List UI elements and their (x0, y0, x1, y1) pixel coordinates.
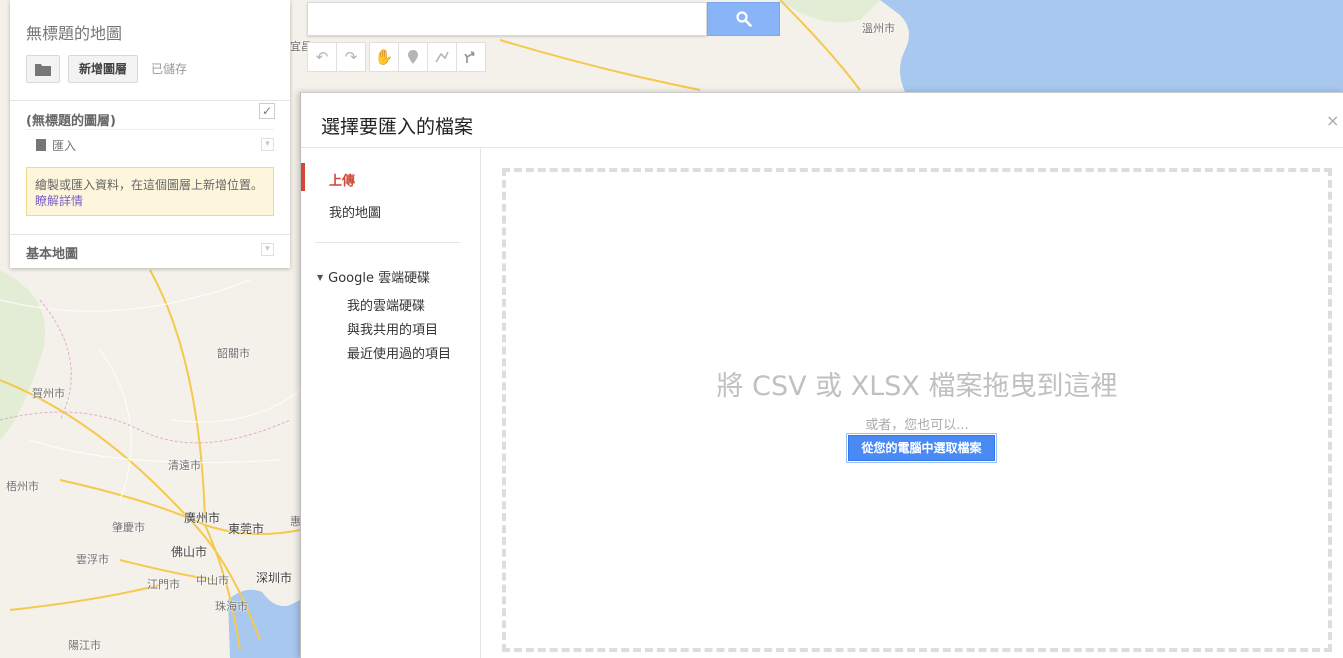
layer-visibility-checkbox[interactable]: ✓ (259, 103, 275, 119)
map-title[interactable]: 無標題的地圖 (26, 20, 122, 44)
nav-item-label: Google 雲端硬碟 (328, 271, 431, 286)
divider (10, 100, 290, 101)
redo-button[interactable]: ↷ (336, 42, 366, 72)
add-marker-button[interactable] (398, 42, 428, 72)
import-link[interactable]: 匯入 ▾ (26, 129, 274, 159)
map-label: 清遠市 (168, 459, 201, 472)
chevron-down-icon[interactable]: ▾ (261, 243, 274, 256)
checkmark-icon: ✓ (261, 104, 273, 118)
dialog-nav: 上傳 我的地圖 ▼ Google 雲端硬碟 我的雲端硬碟 與我共用的項目 最近使用… (301, 148, 481, 658)
dialog-title: 選擇要匯入的檔案 (321, 116, 474, 138)
map-label: 韶關市 (217, 347, 250, 360)
search-button[interactable] (707, 2, 780, 36)
undo-button[interactable]: ↶ (307, 42, 337, 72)
draw-line-button[interactable] (427, 42, 457, 72)
saved-status: 已儲存 (151, 62, 188, 76)
nav-item-upload[interactable]: 上傳 (301, 163, 480, 191)
search-input[interactable] (307, 2, 707, 36)
triangle-down-icon: ▼ (317, 273, 324, 282)
chevron-down-icon[interactable]: ▾ (261, 138, 274, 151)
nav-item-recent[interactable]: 最近使用過的項目 (347, 343, 451, 362)
redo-icon: ↷ (344, 48, 358, 66)
layer-name[interactable]: (無標題的圖層) (26, 110, 116, 129)
line-icon (435, 51, 449, 63)
divider (10, 234, 290, 235)
layer-hint: 繪製或匯入資料，在這個圖層上新增位置。 瞭解詳情 (26, 167, 274, 216)
map-label: 江門市 (147, 578, 180, 591)
import-label: 匯入 (52, 139, 77, 153)
close-icon[interactable]: × (1326, 111, 1339, 130)
nav-item-label: 上傳 (329, 174, 356, 189)
nav-item-my-drive[interactable]: 我的雲端硬碟 (347, 295, 425, 314)
file-drop-zone[interactable]: 將 CSV 或 XLSX 檔案拖曳到這裡 或者，您也可以... 從您的電腦中選取… (502, 168, 1332, 652)
learn-more-link[interactable]: 瞭解詳情 (35, 194, 83, 208)
or-text: 或者，您也可以... (865, 418, 969, 433)
map-label: 賀州市 (32, 387, 65, 400)
map-label: 溫州市 (862, 22, 895, 35)
map-label: 廣州市 (184, 511, 221, 525)
map-label: 深圳市 (256, 571, 293, 585)
undo-icon: ↶ (315, 48, 329, 66)
hand-icon: ✋ (374, 48, 394, 66)
add-layer-button[interactable]: 新增圖層 (68, 55, 139, 83)
basemap-label[interactable]: 基本地圖 (26, 243, 78, 262)
import-file-icon (36, 139, 46, 151)
drop-zone-text: 將 CSV 或 XLSX 檔案拖曳到這裡 (716, 371, 1118, 402)
directions-button[interactable] (456, 42, 486, 72)
open-folder-button[interactable] (26, 55, 60, 83)
nav-item-my-maps[interactable]: 我的地圖 (329, 202, 381, 221)
divider (315, 242, 460, 243)
directions-icon (464, 51, 475, 63)
map-label: 佛山市 (171, 545, 208, 559)
search-icon (735, 11, 752, 27)
folder-icon (35, 63, 51, 76)
marker-icon (408, 50, 418, 64)
hint-text: 繪製或匯入資料，在這個圖層上新增位置。 (35, 178, 264, 192)
map-label: 陽江市 (68, 639, 101, 652)
map-label: 梧州市 (6, 480, 39, 493)
map-panel: 無標題的地圖 新增圖層 已儲存 (無標題的圖層) ✓ 匯入 ▾ 繪製或匯入資料，… (10, 0, 290, 268)
map-label: 肇慶市 (112, 521, 145, 534)
map-toolbar: ↶ ↷ ✋ (307, 42, 486, 72)
map-label: 中山市 (196, 574, 229, 587)
map-label: 雲浮市 (76, 553, 109, 566)
map-label: 珠海市 (215, 600, 248, 613)
pan-button[interactable]: ✋ (369, 42, 399, 72)
nav-item-shared-with-me[interactable]: 與我共用的項目 (347, 319, 438, 338)
map-label: 東莞市 (228, 522, 265, 536)
import-file-dialog: 選擇要匯入的檔案 × 上傳 我的地圖 ▼ Google 雲端硬碟 我的雲端硬碟 與… (300, 92, 1343, 658)
choose-file-button[interactable]: 從您的電腦中選取檔案 (846, 433, 997, 463)
nav-item-google-drive[interactable]: ▼ Google 雲端硬碟 (317, 267, 430, 286)
